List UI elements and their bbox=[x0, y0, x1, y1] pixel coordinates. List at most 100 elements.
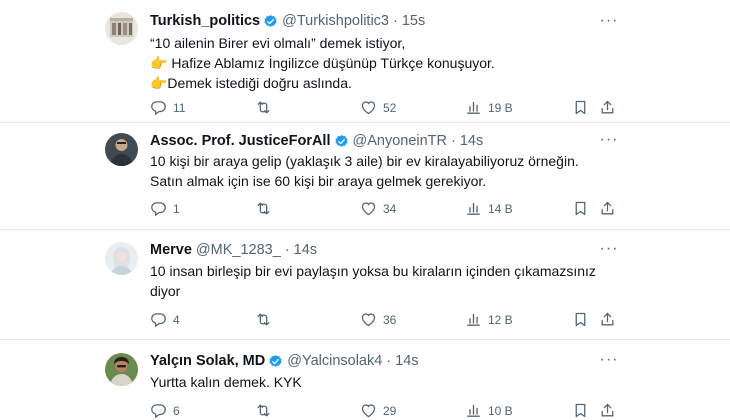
timestamp[interactable]: 14s bbox=[460, 132, 483, 150]
tweet-actions: 1 34 14 B bbox=[150, 200, 620, 218]
tweet-text-line: 10 kişi bir araya gelip (yaklaşık 3 aile… bbox=[150, 153, 579, 169]
timestamp[interactable]: 14s bbox=[395, 352, 418, 370]
more-options-icon[interactable]: ··· bbox=[598, 132, 620, 153]
tweet-actions: 4 36 12 B bbox=[150, 311, 620, 329]
tweet-header: Turkish_politics @Turkishpolitic3 · 15s bbox=[150, 12, 425, 30]
like-count: 52 bbox=[383, 100, 397, 115]
reply-button[interactable]: 1 bbox=[150, 200, 180, 217]
tweet-text-line: diyor bbox=[150, 283, 181, 299]
bookmark-button[interactable] bbox=[572, 200, 589, 217]
separator-dot: · bbox=[392, 13, 398, 29]
separator-dot: · bbox=[451, 133, 456, 149]
tweet-text: 10 kişi bir araya gelip (yaklaşık 3 aile… bbox=[150, 151, 600, 191]
tweet-header: Assoc. Prof. JusticeForAll @AnyoneinTR ·… bbox=[150, 132, 483, 150]
reply-icon bbox=[151, 202, 166, 217]
like-count: 29 bbox=[383, 403, 397, 418]
tweet-text-line: “10 ailenin Birer evi olmalı” demek isti… bbox=[150, 35, 406, 51]
tweet-text: “10 ailenin Birer evi olmalı” demek isti… bbox=[150, 33, 600, 93]
tweet-feed: Turkish_politics @Turkishpolitic3 · 15s … bbox=[0, 0, 730, 420]
tweet-actions: 6 29 10 B bbox=[150, 402, 620, 420]
more-options-icon[interactable]: ··· bbox=[598, 241, 620, 262]
tweet[interactable]: Assoc. Prof. JusticeForAll @AnyoneinTR ·… bbox=[0, 123, 730, 230]
tweet-text: Yurtta kalın demek. KYK bbox=[150, 372, 600, 392]
bookmark-icon bbox=[575, 403, 586, 418]
tweet-text-line: 👉Demek istediği doğru aslında. bbox=[150, 75, 352, 91]
author-handle[interactable]: @Turkishpolitic3 bbox=[282, 12, 389, 30]
bookmark-button[interactable] bbox=[572, 402, 589, 419]
author-handle[interactable]: @MK_1283_ bbox=[196, 241, 281, 259]
tweet-actions: 11 52 19 B bbox=[150, 99, 620, 117]
views-button[interactable]: 12 B bbox=[465, 311, 513, 328]
reply-button[interactable]: 4 bbox=[150, 311, 180, 328]
reply-count: 6 bbox=[173, 403, 180, 418]
tweet-text-line: 10 insan birleşip bir evi paylaşın yoksa… bbox=[150, 263, 596, 279]
like-count: 36 bbox=[383, 312, 397, 327]
retweet-icon bbox=[257, 404, 270, 417]
views-button[interactable]: 10 B bbox=[465, 402, 513, 419]
views-count: 14 B bbox=[488, 201, 513, 216]
timestamp[interactable]: 15s bbox=[402, 12, 425, 30]
bookmark-button[interactable] bbox=[572, 99, 589, 116]
tweet-header: Merve @MK_1283_ · 14s bbox=[150, 241, 317, 259]
timestamp[interactable]: 14s bbox=[294, 241, 317, 259]
like-button[interactable]: 34 bbox=[360, 200, 396, 217]
author-name[interactable]: Assoc. Prof. JusticeForAll bbox=[150, 132, 331, 150]
avatar[interactable] bbox=[105, 133, 138, 166]
heart-icon bbox=[361, 101, 376, 115]
verified-badge-icon bbox=[334, 134, 349, 149]
share-button[interactable] bbox=[599, 99, 616, 116]
bookmark-icon bbox=[575, 100, 586, 115]
views-icon bbox=[467, 404, 480, 417]
retweet-button[interactable] bbox=[255, 200, 278, 217]
avatar[interactable] bbox=[105, 12, 138, 45]
reply-count: 11 bbox=[173, 100, 186, 115]
views-button[interactable]: 19 B bbox=[465, 99, 513, 116]
share-button[interactable] bbox=[599, 402, 616, 419]
views-count: 12 B bbox=[488, 312, 513, 327]
like-button[interactable]: 29 bbox=[360, 402, 396, 419]
reply-button[interactable]: 11 bbox=[150, 99, 185, 116]
more-options-icon[interactable]: ··· bbox=[598, 13, 620, 34]
views-button[interactable]: 14 B bbox=[465, 200, 513, 217]
tweet[interactable]: Turkish_politics @Turkishpolitic3 · 15s … bbox=[0, 0, 730, 123]
share-icon bbox=[601, 312, 614, 326]
heart-icon bbox=[361, 313, 376, 327]
retweet-icon bbox=[257, 313, 270, 326]
share-icon bbox=[601, 100, 614, 114]
retweet-button[interactable] bbox=[255, 311, 278, 328]
share-button[interactable] bbox=[599, 311, 616, 328]
reply-icon bbox=[151, 404, 166, 419]
verified-badge-icon bbox=[268, 354, 283, 369]
views-icon bbox=[467, 202, 480, 215]
separator-dot: · bbox=[284, 242, 290, 258]
views-count: 19 B bbox=[488, 100, 513, 115]
tweet[interactable]: Yalçın Solak, MD @Yalcinsolak4 · 14s ···… bbox=[0, 340, 730, 420]
like-button[interactable]: 36 bbox=[360, 311, 396, 328]
reply-count: 1 bbox=[173, 201, 180, 216]
separator-dot: · bbox=[386, 353, 392, 369]
retweet-icon bbox=[257, 101, 270, 114]
author-handle[interactable]: @AnyoneinTR bbox=[353, 132, 448, 150]
avatar[interactable] bbox=[105, 242, 138, 275]
avatar[interactable] bbox=[105, 353, 138, 386]
author-name[interactable]: Yalçın Solak, MD bbox=[150, 352, 265, 370]
author-name[interactable]: Turkish_politics bbox=[150, 12, 260, 30]
share-icon bbox=[601, 201, 614, 215]
views-count: 10 B bbox=[488, 403, 513, 418]
bookmark-button[interactable] bbox=[572, 311, 589, 328]
more-options-icon[interactable]: ··· bbox=[598, 352, 620, 373]
retweet-button[interactable] bbox=[255, 402, 278, 419]
retweet-button[interactable] bbox=[255, 99, 278, 116]
author-name[interactable]: Merve bbox=[150, 241, 192, 259]
tweet-text: 10 insan birleşip bir evi paylaşın yoksa… bbox=[150, 261, 600, 301]
reply-count: 4 bbox=[173, 312, 180, 327]
tweet-text-line: Satın almak için ise 60 kişi bir araya g… bbox=[150, 173, 487, 189]
heart-icon bbox=[361, 202, 376, 216]
author-handle[interactable]: @Yalcinsolak4 bbox=[287, 352, 382, 370]
reply-button[interactable]: 6 bbox=[150, 402, 180, 419]
tweet[interactable]: Merve @MK_1283_ · 14s ··· 10 insan birle… bbox=[0, 230, 730, 340]
reply-icon bbox=[151, 313, 166, 328]
like-button[interactable]: 52 bbox=[360, 99, 396, 116]
reply-icon bbox=[151, 101, 166, 116]
share-button[interactable] bbox=[599, 200, 616, 217]
